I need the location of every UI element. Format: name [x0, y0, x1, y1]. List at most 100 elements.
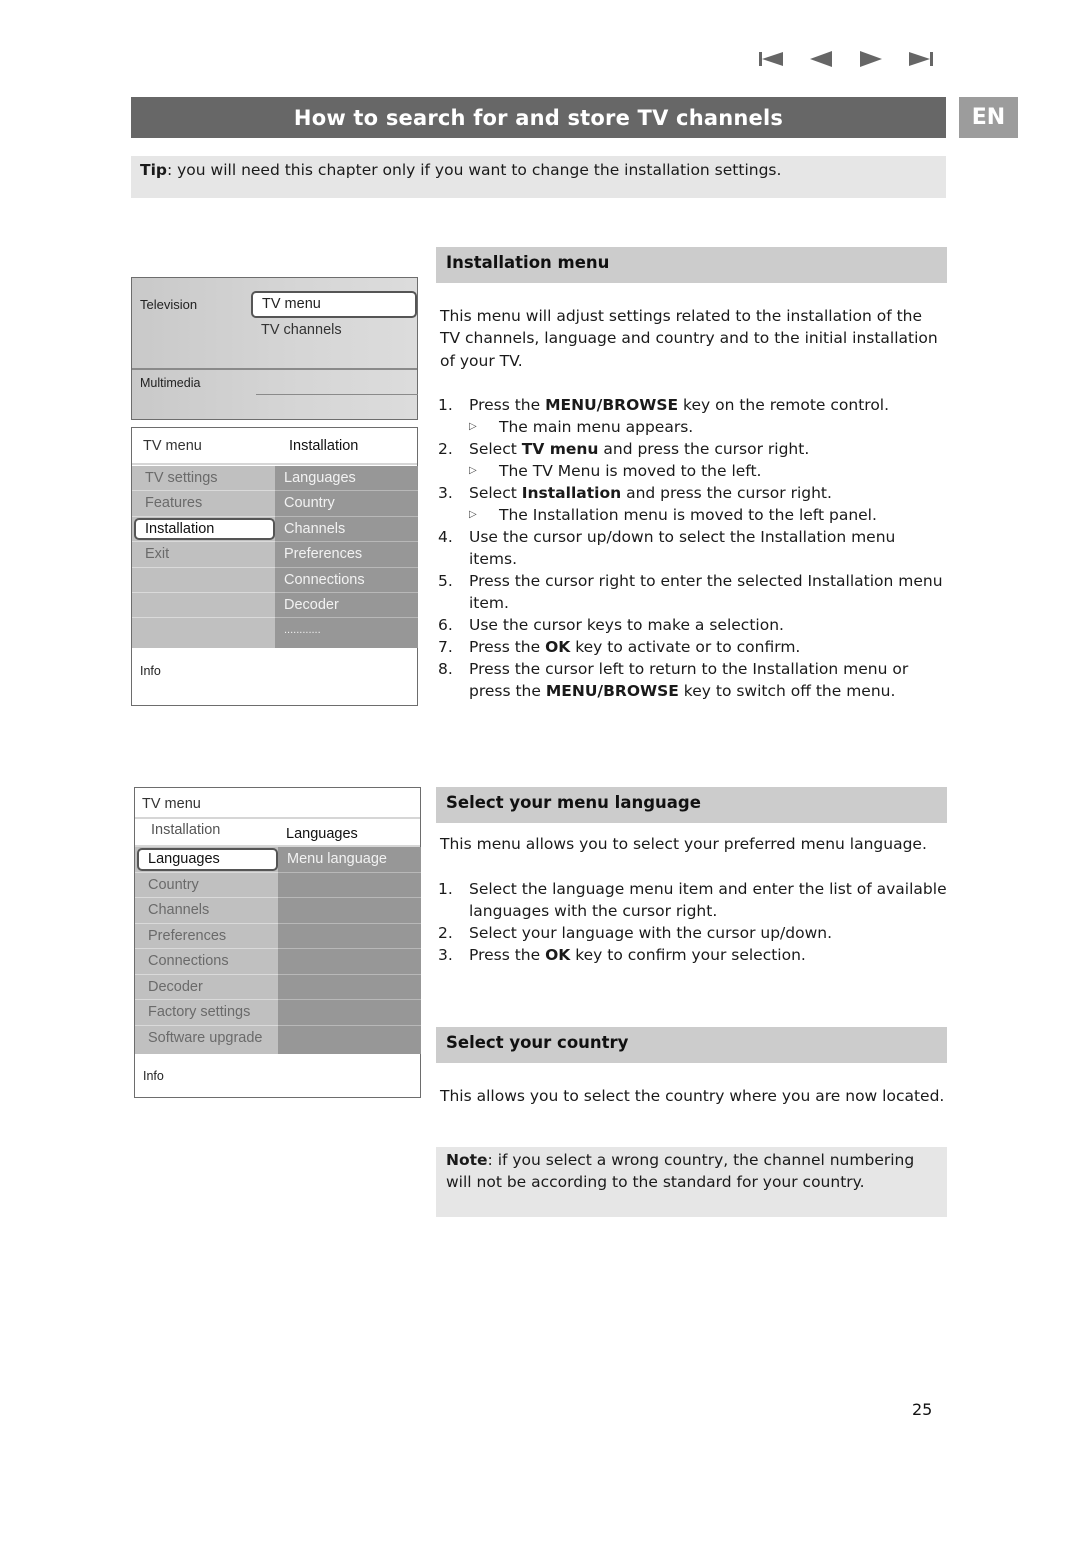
step-text: Press the [469, 396, 546, 414]
step-text: Select [469, 484, 522, 502]
next-page-button[interactable] [858, 48, 884, 70]
submenu-item-more[interactable]: ............ [275, 618, 418, 643]
submenu-item-empty [278, 949, 421, 975]
language-steps: 1. Select the language menu item and ente… [438, 878, 948, 966]
step-key-name: MENU/BROWSE [545, 682, 679, 700]
menu-item-label: Installation [145, 520, 215, 537]
submenu-item-empty [278, 975, 421, 1000]
previous-page-button[interactable] [808, 48, 834, 70]
menu-item-empty [132, 618, 275, 643]
submenu-item[interactable]: Country [275, 491, 418, 517]
menu-item[interactable]: Country [135, 873, 278, 898]
menu-item[interactable]: Features [132, 491, 275, 517]
section-heading-installation-menu: Installation menu [436, 247, 947, 283]
step-text: key on the remote control. [678, 396, 890, 414]
note-text: : if you select a wrong country, the cha… [446, 1151, 915, 1192]
menu-item-label: Features [145, 495, 203, 512]
step-number: 8. [438, 660, 453, 678]
last-page-button[interactable] [908, 48, 934, 70]
menu-item[interactable]: Channels [135, 898, 278, 924]
submenu-item-label: Channels [284, 520, 346, 537]
step-number: 1. [438, 396, 453, 414]
television-label: Television [140, 297, 198, 312]
step-text: Use the cursor up/down to select the Ins… [469, 528, 896, 568]
submenu-item[interactable]: Channels [275, 517, 418, 543]
menu-item-label: TV settings [145, 470, 218, 486]
step-key-name: TV menu [521, 440, 599, 458]
step-number: 2. [438, 924, 453, 942]
submenu-item[interactable]: Connections [275, 568, 418, 593]
step-text: Use the cursor keys to make a selection. [469, 616, 784, 634]
step-result: ▷ The main menu appears. [469, 416, 948, 438]
menu-item[interactable]: TV settings [132, 466, 275, 492]
submenu-item-label: Connections [284, 571, 365, 588]
submenu-item-empty [278, 1026, 421, 1052]
menu-header-right: Installation [289, 438, 359, 454]
menu-item[interactable]: Preferences [135, 924, 278, 949]
step-text: key to confirm your selection. [570, 946, 806, 964]
menu-item[interactable]: Software upgrade [135, 1026, 278, 1052]
step-item: 7. Press the OK key to activate or to con… [438, 636, 948, 658]
country-intro: This allows you to select the country wh… [440, 1087, 945, 1105]
step-item: 1. Select the language menu item and ente… [438, 878, 948, 922]
menu-right-column: Languages Country Channels Preferences C… [275, 466, 418, 648]
menu-item-tv-channels[interactable]: TV channels [261, 322, 342, 338]
menu-left-column: Languages Country Channels Preferences C… [135, 847, 278, 1054]
menu-item-label: Exit [145, 546, 170, 563]
menu-item[interactable]: Decoder [135, 975, 278, 1000]
step-result: ▷ The TV Menu is moved to the left. [469, 460, 948, 482]
submenu-item[interactable]: Menu language [278, 847, 421, 873]
submenu-item-label: Decoder [284, 596, 339, 613]
submenu-item-label: Languages [284, 470, 356, 486]
submenu-item-label: Preferences [284, 546, 363, 563]
installation-menu-screenshot: TV menu Installation TV settings Feature… [131, 427, 418, 706]
menu-item[interactable]: Exit [132, 542, 275, 568]
page-number: 25 [912, 1400, 933, 1419]
menu-item-label: Factory settings [148, 1004, 251, 1020]
step-item: 2. Select your language with the cursor u… [438, 922, 948, 944]
step-number: 3. [438, 484, 453, 502]
menu-item-selected[interactable]: Languages [135, 847, 278, 873]
step-result-text: The Installation menu is moved to the le… [499, 506, 877, 524]
language-badge: EN [959, 97, 1018, 138]
note-label: Note [446, 1151, 488, 1169]
submenu-item[interactable]: Languages [275, 466, 418, 492]
tip-box: Tip: you will need this chapter only if … [131, 156, 946, 198]
step-text: and press the cursor right. [598, 440, 810, 458]
step-number: 3. [438, 946, 453, 964]
submenu-item[interactable]: Preferences [275, 542, 418, 568]
multimedia-label: Multimedia [140, 376, 201, 390]
previous-icon [810, 51, 832, 67]
step-item: 4. Use the cursor up/down to select the I… [438, 526, 948, 570]
step-text: Press the [469, 638, 546, 656]
step-text: Select the language menu item and enter … [469, 880, 947, 920]
first-page-button[interactable] [758, 48, 784, 70]
step-item: 6. Use the cursor keys to make a selectio… [438, 614, 948, 636]
step-number: 1. [438, 880, 453, 898]
submenu-item-label: ............ [284, 624, 321, 637]
step-text: Select your language with the cursor up/… [469, 924, 833, 942]
submenu-item-empty [278, 1000, 421, 1026]
main-menu-screenshot: Television TV menu TV channels Multimedi… [131, 277, 418, 420]
menu-item-tv-menu-selected[interactable]: TV menu [251, 291, 417, 318]
menu-item[interactable]: Factory settings [135, 1000, 278, 1026]
submenu-item-empty [278, 898, 421, 924]
submenu-item[interactable]: Decoder [275, 593, 418, 619]
skip-to-first-icon [759, 52, 783, 66]
note-box: Note: if you select a wrong country, the… [436, 1147, 947, 1217]
menu-item[interactable]: Connections [135, 949, 278, 975]
menu-header: TV menu [142, 796, 201, 812]
menu-item-empty [132, 568, 275, 593]
result-arrow-icon: ▷ [469, 509, 477, 520]
section-heading-menu-language: Select your menu language [436, 787, 947, 823]
info-label: Info [140, 664, 161, 678]
result-arrow-icon: ▷ [469, 421, 477, 432]
section-heading-country: Select your country [436, 1027, 947, 1063]
result-arrow-icon: ▷ [469, 465, 477, 476]
submenu-item-empty [278, 873, 421, 898]
menu-item-selected[interactable]: Installation [132, 517, 275, 543]
languages-menu-screenshot: TV menu Installation Languages Languages… [134, 787, 421, 1098]
tip-label: Tip [140, 161, 167, 179]
menu-left-column: TV settings Features Installation Exit [132, 466, 275, 648]
step-number: 7. [438, 638, 453, 656]
